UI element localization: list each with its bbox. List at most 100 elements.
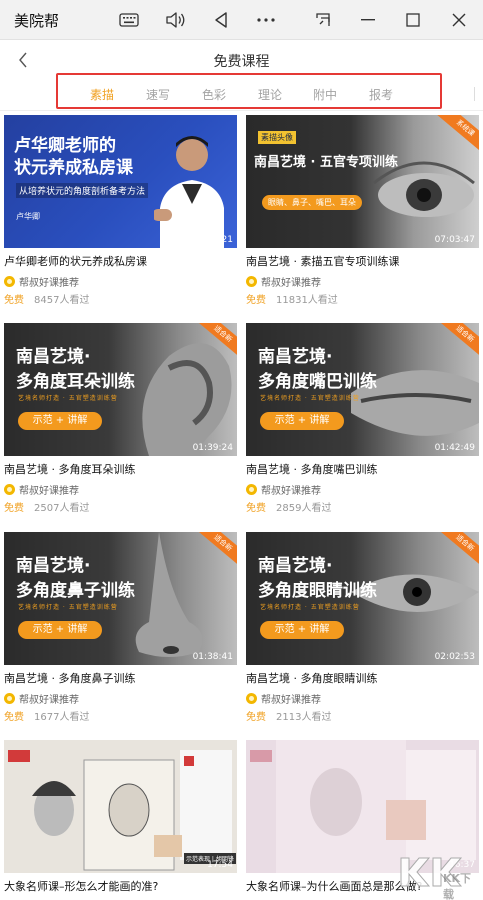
recommender-badge-icon	[246, 692, 257, 704]
course-title[interactable]: 南昌艺境 · 素描五官专项训练课	[246, 254, 479, 270]
price-label: 免费	[246, 711, 266, 723]
recommender-badge-icon	[4, 692, 15, 704]
course-thumbnail[interactable]: 素描头像 南昌艺境 · 五官专项训练 眼睛、鼻子、嘴巴、耳朵 系统课 07:03…	[246, 115, 479, 248]
watermark-text: KK下载	[443, 872, 472, 900]
close-icon[interactable]	[444, 6, 474, 34]
recommender-badge-icon	[246, 275, 257, 287]
course-title[interactable]: 南昌艺境 · 多角度耳朵训练	[4, 462, 237, 478]
thumb-pill: 示范 + 讲解	[18, 412, 102, 430]
course-thumbnail[interactable]: 南昌艺境· 多角度耳朵训练 艺境名师打造 · 五官塑造训练营 示范 + 讲解 适…	[4, 323, 237, 456]
duration-label: 02:02:53	[434, 652, 475, 662]
views-count: 2507人看过	[34, 502, 90, 514]
site-watermark: KK下载	[397, 852, 477, 900]
window-titlebar: 美院帮	[0, 0, 483, 40]
recommender-row: 帮叔好课推荐	[246, 691, 479, 706]
recommender-label: 帮叔好课推荐	[19, 694, 79, 706]
course-title[interactable]: 南昌艺境 · 多角度嘴巴训练	[246, 462, 479, 478]
thumb-headline: 南昌艺境· 多角度嘴巴训练	[258, 347, 377, 392]
category-tabs: 素描 速写 色彩 理论 附中 报考	[0, 73, 483, 111]
course-thumbnail[interactable]: 南昌艺境· 多角度眼睛训练 艺境名师打造 · 五官塑造训练营 示范 + 讲解 适…	[246, 532, 479, 665]
recommender-row: 帮叔好课推荐	[4, 274, 237, 289]
recommender-label: 帮叔好课推荐	[261, 277, 321, 289]
tab-secai[interactable]: 色彩	[202, 86, 226, 103]
recommender-row: 帮叔好课推荐	[246, 482, 479, 497]
recommender-row: 帮叔好课推荐	[4, 691, 237, 706]
duration-label: 01:42:49	[434, 443, 475, 453]
thumb-pill: 示范 + 讲解	[18, 621, 102, 639]
views-count: 2859人看过	[276, 502, 332, 514]
teacher-photo	[154, 136, 224, 248]
thumb-pill: 示范 + 讲解	[260, 621, 344, 639]
views-count: 11831人看过	[276, 294, 338, 306]
thumb-subline: 从培养状元的角度剖析备考方法	[16, 183, 149, 198]
course-thumbnail[interactable]: 南昌艺境· 多角度嘴巴训练 艺境名师打造 · 五官塑造训练营 示范 + 讲解 适…	[246, 323, 479, 456]
course-card[interactable]: 南昌艺境· 多角度眼睛训练 艺境名师打造 · 五官塑造训练营 示范 + 讲解 适…	[246, 532, 479, 723]
tab-suxie[interactable]: 速写	[146, 86, 170, 103]
tab-lilun[interactable]: 理论	[258, 86, 282, 103]
thumb-tagline: 艺境名师打造 · 五官塑造训练营	[18, 395, 118, 402]
course-card[interactable]: 卢华卿老师的 状元养成私房课 从培养状元的角度剖析备考方法 卢华卿 10:56:…	[4, 115, 237, 306]
stats-row: 免费 2859人看过	[246, 499, 479, 514]
thumb-tagline: 艺境名师打造 · 五官塑造训练营	[260, 604, 360, 611]
tab-fuzhong[interactable]: 附中	[313, 86, 337, 103]
course-title[interactable]: 卢华卿老师的状元养成私房课	[4, 254, 237, 270]
stats-row: 免费 1677人看过	[4, 708, 237, 723]
course-card[interactable]: 素描头像 南昌艺境 · 五官专项训练 眼睛、鼻子、嘴巴、耳朵 系统课 07:03…	[246, 115, 479, 306]
back-triangle-icon[interactable]	[206, 6, 236, 34]
course-thumbnail[interactable]: 示范表现 | 胡明锋 17:54	[4, 740, 237, 873]
course-title[interactable]: 南昌艺境 · 多角度眼睛训练	[246, 671, 479, 687]
course-card[interactable]: 南昌艺境· 多角度耳朵训练 艺境名师打造 · 五官塑造训练营 示范 + 讲解 适…	[4, 323, 237, 514]
price-label: 免费	[4, 502, 24, 514]
course-title[interactable]: 南昌艺境 · 多角度鼻子训练	[4, 671, 237, 687]
price-label: 免费	[246, 294, 266, 306]
thumb-headline: 卢华卿老师的 状元养成私房课	[14, 136, 133, 178]
stats-row: 免费 11831人看过	[246, 291, 479, 306]
volume-icon[interactable]	[160, 6, 190, 34]
thumb-tagline: 艺境名师打造 · 五官塑造训练营	[18, 604, 118, 611]
price-label: 免费	[4, 711, 24, 723]
duration-label: 01:39:24	[192, 443, 233, 453]
stats-row: 免费 2113人看过	[246, 708, 479, 723]
page-title: 免费课程	[213, 54, 270, 70]
course-card[interactable]: 南昌艺境· 多角度鼻子训练 艺境名师打造 · 五官塑造训练营 示范 + 讲解 适…	[4, 532, 237, 723]
app-title: 美院帮	[14, 12, 60, 30]
stats-row: 免费 2507人看过	[4, 499, 237, 514]
thumb-subtags: 眼睛、鼻子、嘴巴、耳朵	[262, 195, 362, 210]
duration-label: 07:03:47	[434, 235, 475, 245]
price-label: 免费	[246, 502, 266, 514]
price-label: 免费	[4, 294, 24, 306]
recommender-badge-icon	[4, 483, 15, 495]
thumb-teacher: 卢华卿	[16, 212, 40, 221]
keyboard-icon[interactable]	[114, 6, 144, 34]
tab-baokao[interactable]: 报考	[369, 86, 393, 103]
recommender-badge-icon	[246, 483, 257, 495]
thumb-tag: 素描头像	[258, 131, 296, 144]
tab-sumiao[interactable]: 素描	[90, 86, 114, 103]
thumb-headline: 南昌艺境· 多角度眼睛训练	[258, 556, 377, 601]
recommender-badge-icon	[4, 275, 15, 287]
course-card[interactable]: 南昌艺境· 多角度嘴巴训练 艺境名师打造 · 五官塑造训练营 示范 + 讲解 适…	[246, 323, 479, 514]
thumb-headline: 南昌艺境· 多角度鼻子训练	[16, 556, 135, 601]
recommender-label: 帮叔好课推荐	[19, 277, 79, 289]
tab-divider	[474, 87, 475, 101]
views-count: 2113人看过	[276, 711, 332, 723]
thumb-headline: 南昌艺境· 多角度耳朵训练	[16, 347, 135, 392]
recommender-label: 帮叔好课推荐	[19, 485, 79, 497]
course-thumbnail[interactable]: 卢华卿老师的 状元养成私房课 从培养状元的角度剖析备考方法 卢华卿 10:56:…	[4, 115, 237, 248]
minimize-icon[interactable]	[353, 6, 383, 34]
recommender-row: 帮叔好课推荐	[4, 482, 237, 497]
duration-label: 10:56:21	[192, 235, 233, 245]
maximize-icon[interactable]	[398, 6, 428, 34]
course-thumbnail[interactable]: 南昌艺境· 多角度鼻子训练 艺境名师打造 · 五官塑造训练营 示范 + 讲解 适…	[4, 532, 237, 665]
thumb-tagline: 艺境名师打造 · 五官塑造训练营	[260, 395, 360, 402]
course-title[interactable]: 大象名师课–形怎么才能画的准?	[4, 879, 237, 895]
recommender-row: 帮叔好课推荐	[246, 274, 479, 289]
screenshot-icon[interactable]	[308, 6, 338, 34]
views-count: 1677人看过	[34, 711, 90, 723]
duration-label: 01:38:41	[192, 652, 233, 662]
thumb-pill: 示范 + 讲解	[260, 412, 344, 430]
more-icon[interactable]	[251, 6, 281, 34]
stats-row: 免费 8457人看过	[4, 291, 237, 306]
views-count: 8457人看过	[34, 294, 90, 306]
course-card[interactable]: 示范表现 | 胡明锋 17:54 大象名师课–形怎么才能画的准?	[4, 740, 237, 895]
